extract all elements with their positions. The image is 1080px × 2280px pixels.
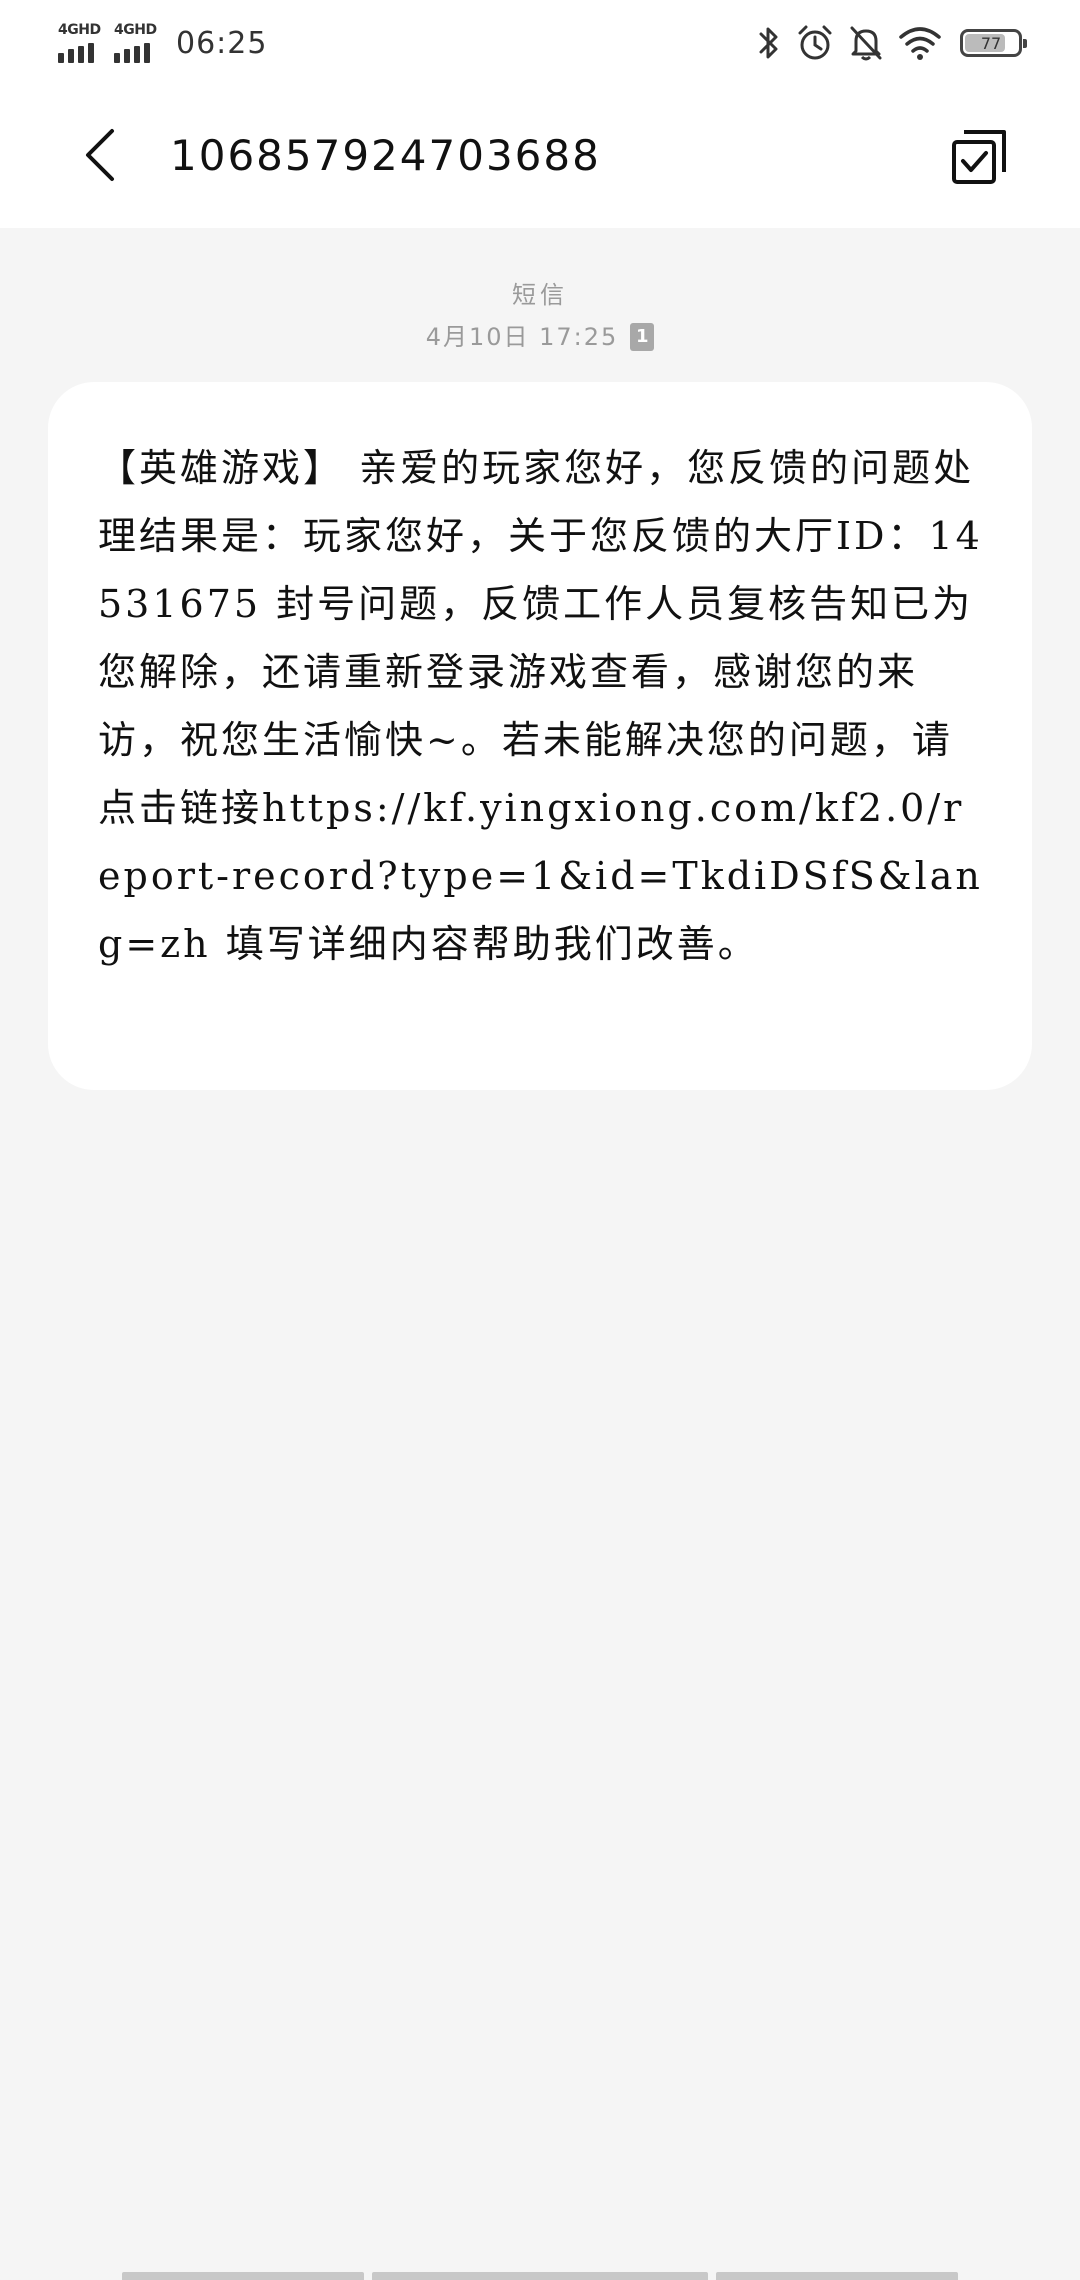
network-type-1: 4GHD xyxy=(58,22,101,38)
nav-hint-bar xyxy=(716,2272,958,2280)
battery-level: 77 xyxy=(980,33,1002,53)
back-arrow-icon xyxy=(86,129,114,181)
status-bar: 4GHD 4GHD 06:25 77 xyxy=(0,0,1080,86)
message-meta: 短信 4月10日 17:25 1 xyxy=(0,228,1080,352)
sim-card-badge: 1 xyxy=(630,323,655,351)
alarm-icon xyxy=(796,24,834,62)
multi-select-button[interactable] xyxy=(944,122,1014,192)
wifi-icon xyxy=(898,25,942,61)
back-button[interactable] xyxy=(70,120,130,190)
nav-hint-bar xyxy=(372,2272,708,2280)
status-bar-right: 77 xyxy=(756,18,1027,68)
conversation-header: 106857924703688 xyxy=(0,86,1080,228)
network-type-2: 4GHD xyxy=(114,22,157,38)
message-body[interactable]: 【英雄游戏】 亲爱的玩家您好，您反馈的问题处理结果是：玩家您好，关于您反馈的大厅… xyxy=(98,434,984,978)
contact-title: 106857924703688 xyxy=(170,131,601,180)
signal-2-icon: 4GHD xyxy=(114,23,160,63)
message-type-label: 短信 xyxy=(512,281,568,309)
status-bar-left: 4GHD 4GHD 06:25 xyxy=(58,18,267,68)
mute-icon xyxy=(848,24,884,62)
nav-hint-bar xyxy=(122,2272,364,2280)
message-timestamp: 4月10日 17:25 xyxy=(425,323,619,351)
multi-select-icon xyxy=(952,130,1006,184)
navigation-hint-bars xyxy=(0,2268,1080,2280)
bluetooth-icon xyxy=(756,24,782,62)
signal-1-icon: 4GHD xyxy=(58,23,104,63)
battery-icon: 77 xyxy=(960,29,1027,57)
status-time: 06:25 xyxy=(176,25,268,61)
message-bubble[interactable]: 【英雄游戏】 亲爱的玩家您好，您反馈的问题处理结果是：玩家您好，关于您反馈的大厅… xyxy=(48,382,1032,1090)
message-time-row: 4月10日 17:25 1 xyxy=(0,322,1080,352)
